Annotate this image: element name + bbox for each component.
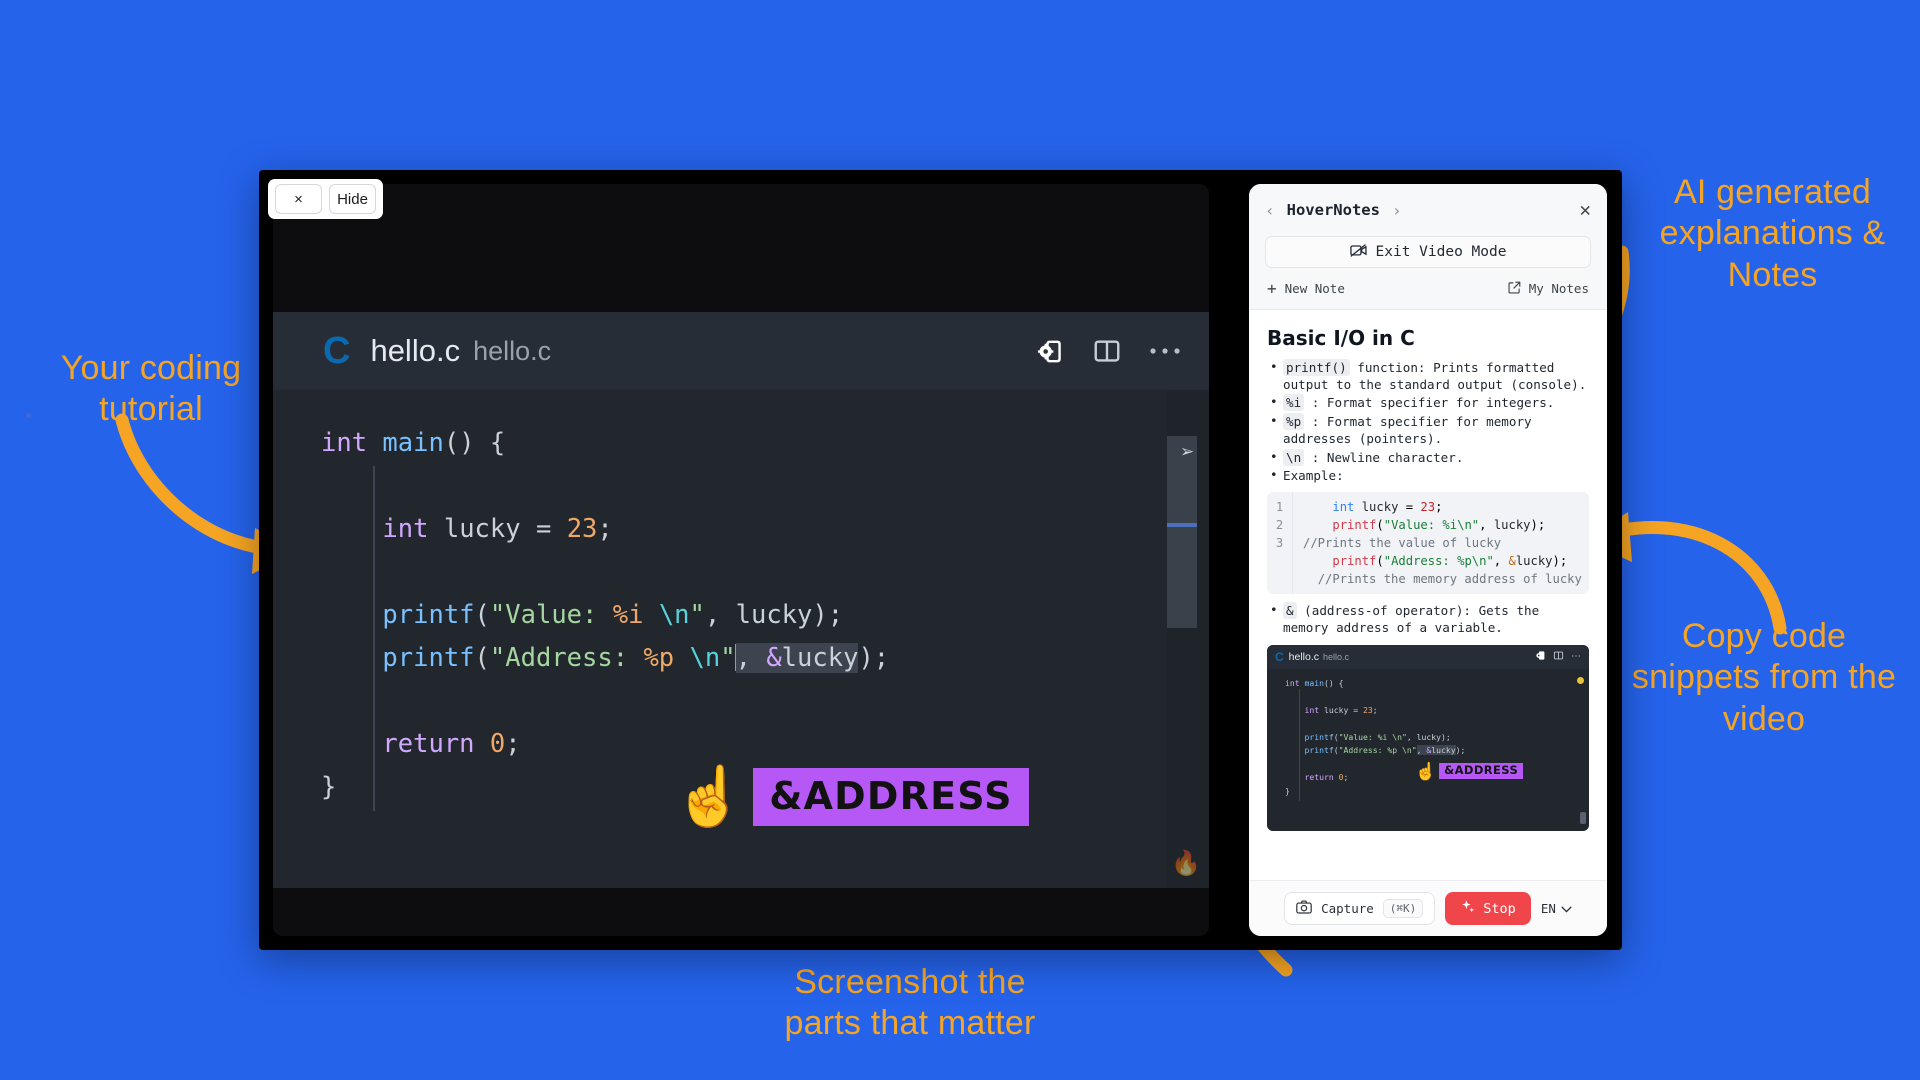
split-panel-icon[interactable]: [1092, 336, 1122, 366]
thumbnail-filename: hello.c: [1288, 650, 1320, 663]
bullet-text: Example:: [1283, 468, 1344, 484]
inline-code: &: [1283, 602, 1297, 620]
new-note-label: New Note: [1284, 281, 1345, 296]
note-code-snippet[interactable]: 1 2 3 int lucky = 23; printf("Value: %i\n"…: [1267, 492, 1589, 595]
c-language-icon: C: [1275, 649, 1284, 664]
editor-toolbar: [1036, 336, 1181, 366]
hovernotes-title-row: ‹ HoverNotes › ✕: [1265, 196, 1591, 224]
line-number: 3: [1275, 536, 1284, 551]
bullet-text: : Format specifier for integers.: [1304, 395, 1555, 411]
pointing-up-hand-icon: ☝️: [673, 764, 746, 829]
scrollbar-thumb[interactable]: [1167, 436, 1197, 628]
bullet-text: : Newline character.: [1304, 449, 1464, 465]
my-notes-label: My Notes: [1528, 281, 1589, 296]
note-bullet-list-after: & (address-of operator): Gets the memory…: [1267, 602, 1589, 636]
hovernotes-content[interactable]: Basic I/O in C printf() function: Prints…: [1249, 310, 1607, 880]
capture-shortcut: (⌘K): [1382, 899, 1424, 918]
editor-filename[interactable]: hello.c: [370, 333, 460, 369]
indent-guide: [373, 466, 375, 811]
close-button[interactable]: ×: [275, 184, 322, 214]
split-panel-icon: [1553, 650, 1564, 664]
thumbnail-marker-dot: [1577, 676, 1584, 684]
address-callout-overlay: ☝️ &ADDRESS: [673, 768, 1029, 826]
chevron-down-icon: [1561, 901, 1572, 916]
annotation-ai-generated-explanations: AI generated explanations & Notes: [1659, 173, 1886, 294]
window-controls: × Hide: [268, 179, 383, 219]
line-number: 2: [1275, 518, 1284, 533]
flame-icon: 🔥: [1171, 850, 1201, 877]
stop-label: Stop: [1483, 900, 1516, 917]
hide-button[interactable]: Hide: [329, 184, 376, 214]
more-options-icon[interactable]: [1149, 346, 1181, 356]
decorative-dot: [26, 413, 31, 418]
annotation-screenshot-parts-that-matter: Screenshot the parts that matter: [784, 963, 1036, 1043]
plus-icon: +: [1267, 279, 1277, 298]
new-note-button[interactable]: + New Note: [1267, 279, 1345, 298]
sparkle-icon: [1460, 899, 1476, 919]
list-item: %p : Format specifier for memory address…: [1267, 413, 1589, 447]
exit-video-mode-label: Exit Video Mode: [1375, 244, 1507, 260]
settings-screen-icon[interactable]: [1036, 337, 1065, 366]
note-bullet-list: printf() function: Prints formatted outp…: [1267, 359, 1589, 485]
language-selector[interactable]: EN: [1541, 901, 1572, 916]
code-editor: C hello.c hello.c int main() {int lucky…: [273, 312, 1209, 888]
editor-tab-bar: C hello.c hello.c: [273, 312, 1209, 390]
open-external-icon: [1508, 281, 1521, 297]
line-number: 1: [1275, 500, 1284, 515]
note-heading: Basic I/O in C: [1267, 326, 1415, 350]
video-off-icon: [1349, 243, 1367, 262]
c-language-icon: C: [323, 330, 351, 372]
recorder-window: × Hide C hello.c hello.c int main() {in…: [259, 170, 1622, 950]
bullet-text: (address-of operator): Gets the memory a…: [1283, 603, 1540, 635]
back-icon[interactable]: ‹: [1265, 201, 1275, 220]
hovernotes-title: HoverNotes: [1286, 201, 1380, 219]
thumbnail-filepath: hello.c: [1323, 651, 1350, 662]
thumbnail-address-callout: ☝️ &ADDRESS: [1415, 761, 1524, 781]
capture-button[interactable]: Capture (⌘K): [1284, 892, 1436, 925]
close-icon[interactable]: ✕: [1580, 199, 1591, 221]
hovernotes-actions: + New Note My Notes: [1265, 268, 1591, 309]
source-code[interactable]: int main() { int lucky = 23; printf("Val…: [273, 422, 1209, 809]
shared-screen-area: C hello.c hello.c int main() {int lucky…: [273, 184, 1209, 936]
snippet-code[interactable]: int lucky = 23; printf("Value: %i\n", lu…: [1293, 492, 1589, 594]
inline-code: %i: [1283, 394, 1305, 412]
pointing-up-hand-icon: ☝️: [1415, 761, 1437, 781]
inline-code: \n: [1283, 448, 1305, 466]
editor-scrollbar[interactable]: ➢ 🔥: [1167, 390, 1209, 888]
hovernotes-header: ‹ HoverNotes › ✕ Exit Video Mode + New N…: [1249, 184, 1607, 310]
video-frame-thumbnail[interactable]: C hello.c hello.c ⋯ int main() {int luc…: [1267, 644, 1589, 831]
bullet-text: : Format specifier for memory addresses …: [1283, 414, 1532, 446]
list-item: %i : Format specifier for integers.: [1267, 394, 1589, 412]
capture-label: Capture: [1321, 901, 1374, 916]
hovernotes-footer: Capture (⌘K) Stop EN: [1249, 880, 1607, 936]
list-item: \n : Newline character.: [1267, 448, 1589, 467]
stop-button[interactable]: Stop: [1445, 892, 1531, 925]
camera-icon: [1296, 900, 1312, 917]
thumbnail-address-badge: &ADDRESS: [1439, 762, 1524, 780]
settings-screen-icon: [1535, 650, 1546, 664]
exit-video-mode-button[interactable]: Exit Video Mode: [1265, 236, 1591, 268]
thumbnail-scrollbar: [1580, 811, 1586, 824]
code-gutter: 1 2 3: [1267, 492, 1293, 595]
my-notes-button[interactable]: My Notes: [1508, 281, 1589, 297]
thumbnail-tab-bar: C hello.c hello.c ⋯: [1267, 644, 1589, 669]
more-options-icon: ⋯: [1571, 651, 1581, 663]
list-item: printf() function: Prints formatted outp…: [1267, 359, 1589, 393]
annotation-copy-code-snippets: Copy code snippets from the video: [1631, 617, 1897, 738]
language-label: EN: [1540, 901, 1556, 916]
scrollbar-marker: [1167, 523, 1197, 527]
annotation-your-coding-tutorial: Your coding tutorial: [60, 349, 242, 429]
thumbnail-indent-guide: [1299, 688, 1300, 801]
inline-code: %p: [1283, 413, 1305, 431]
address-badge-label: &ADDRESS: [753, 768, 1029, 826]
list-item: & (address-of operator): Gets the memory…: [1267, 602, 1589, 636]
thumbnail-toolbar: ⋯: [1535, 650, 1581, 664]
editor-filepath: hello.c: [473, 335, 552, 366]
inline-code: printf(): [1283, 359, 1350, 376]
mouse-cursor-icon: ➢: [1180, 442, 1195, 461]
hovernotes-panel: ‹ HoverNotes › ✕ Exit Video Mode + New N…: [1249, 184, 1607, 936]
code-area[interactable]: int main() { int lucky = 23; printf("Val…: [273, 390, 1209, 888]
list-item: Example:: [1267, 467, 1589, 485]
forward-icon[interactable]: ›: [1392, 201, 1402, 220]
